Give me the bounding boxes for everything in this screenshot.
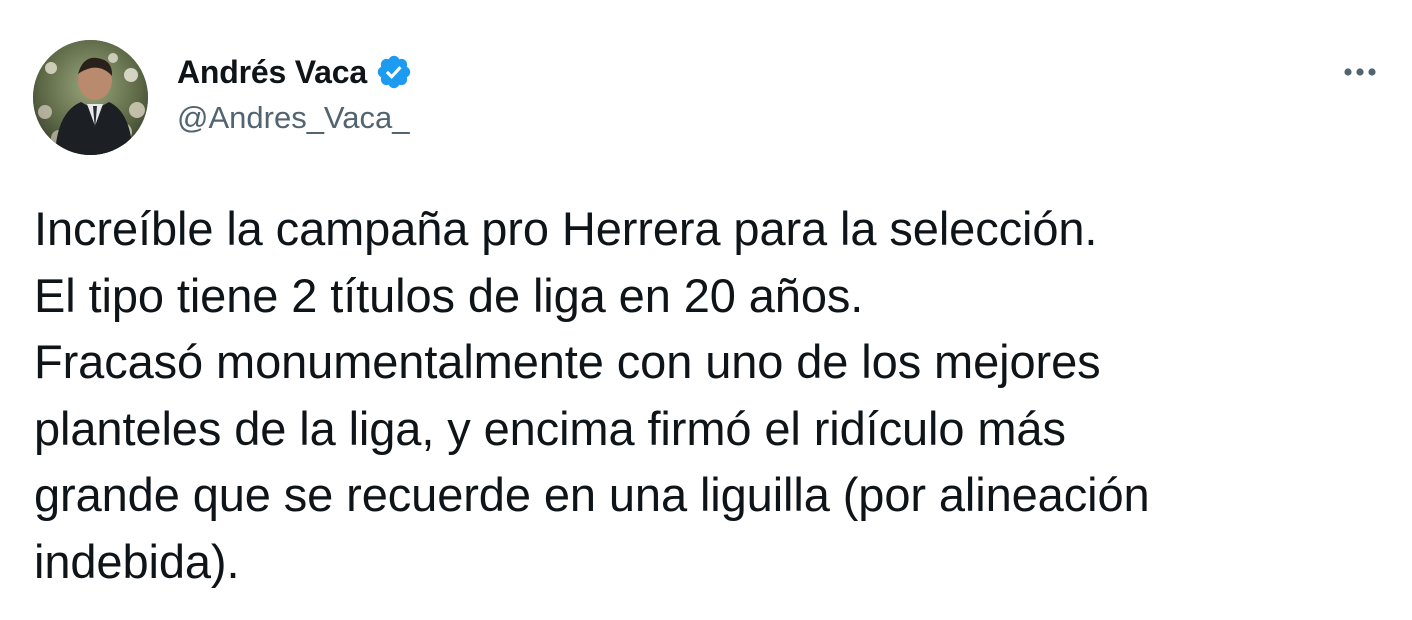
tweet-text-line: grande que se recuerde en una liguilla (… bbox=[34, 468, 1150, 521]
more-options-icon bbox=[1344, 68, 1376, 76]
tweet-text: Increíble la campaña pro Herrera para la… bbox=[34, 196, 1384, 595]
tweet-text-line: indebida). bbox=[34, 534, 240, 588]
avatar-image bbox=[33, 40, 148, 155]
tweet-text-line: El tipo tiene 2 títulos de liga en 20 añ… bbox=[34, 268, 864, 322]
author-handle[interactable]: @Andres_Vaca_ bbox=[177, 100, 410, 136]
tweet-card: Andrés Vaca @Andres_Vaca_ Increíble la c… bbox=[0, 0, 1412, 620]
tweet-text-line: Fracasó monumentalmente con uno de los m… bbox=[34, 335, 1101, 388]
tweet-text-line: planteles de la liga, y encima firmó el … bbox=[34, 401, 1066, 455]
more-options-button[interactable] bbox=[1336, 54, 1384, 90]
verified-badge-icon bbox=[377, 55, 411, 89]
tweet-text-line: Increíble la campaña pro Herrera para la… bbox=[34, 202, 1098, 255]
author-display-name[interactable]: Andrés Vaca bbox=[177, 54, 367, 91]
avatar[interactable] bbox=[33, 40, 148, 155]
author-name-row: Andrés Vaca bbox=[177, 52, 413, 92]
